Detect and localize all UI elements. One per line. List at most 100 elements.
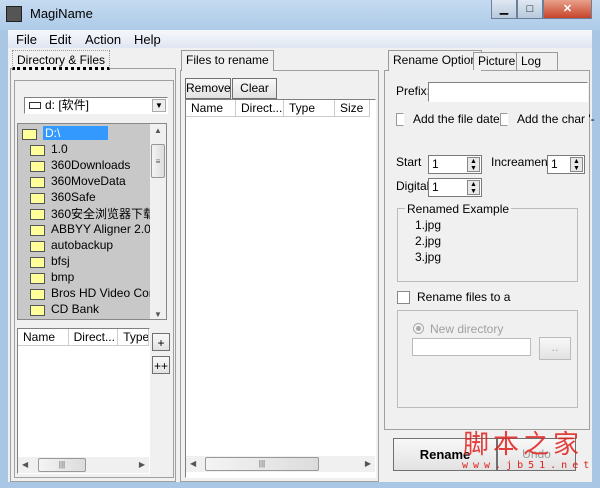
folder-item[interactable]: Bros HD Video Conve [30, 285, 166, 301]
scroll-left-icon[interactable]: ◀ [190, 459, 196, 468]
folder-item[interactable]: 360安全浏览器下载 [30, 205, 155, 221]
folder-label: D:\ [43, 126, 109, 140]
tab-log[interactable]: Log [516, 52, 558, 70]
add-date-checkbox[interactable] [396, 113, 404, 126]
menu-action[interactable]: Action [85, 32, 121, 47]
dir-file-list[interactable]: Name Direct... Type ◀ ||| ▶ [17, 328, 150, 474]
folder-tree[interactable]: D:\ 1.0 360Downloads 360MoveData 360Safe 360安… [17, 123, 167, 320]
scroll-thumb[interactable]: ≡ [151, 144, 165, 178]
tab-picture[interactable]: Picture [473, 52, 521, 70]
folder-label: CD Bank [51, 302, 100, 316]
drive-select[interactable]: d: [软件] ▼ [24, 97, 168, 114]
folder-label: 360Downloads [51, 158, 131, 172]
example-item: 3.jpg [415, 250, 442, 264]
col-type[interactable]: Type [284, 100, 335, 117]
tab-rename-option[interactable]: Rename Option [388, 50, 483, 71]
folder-icon [30, 256, 45, 268]
maximize-button[interactable]: □ [517, 0, 543, 19]
tree-scrollbar[interactable]: ▲ ≡ ▼ [150, 124, 166, 319]
scroll-right-icon[interactable]: ▶ [365, 459, 371, 468]
folder-icon [30, 224, 45, 236]
col-directory[interactable]: Direct... [68, 329, 119, 346]
folder-item[interactable]: bmp [30, 269, 74, 285]
folder-icon [30, 272, 45, 284]
folder-icon [30, 208, 45, 220]
menu-file[interactable]: File [16, 32, 37, 47]
browse-button[interactable]: .. [539, 337, 571, 360]
folder-item[interactable]: Cok Auto Recorder [30, 317, 152, 319]
example-item: 2.jpg [415, 234, 442, 248]
drive-root-item[interactable]: D:\ [22, 125, 109, 141]
example-item: 1.jpg [415, 218, 442, 232]
folder-item[interactable]: bfsj [30, 253, 70, 269]
tab-files-to-rename[interactable]: Files to rename [181, 50, 274, 71]
col-name[interactable]: Name [18, 329, 69, 346]
add-all-button[interactable]: ++ [152, 356, 170, 374]
menu-help[interactable]: Help [134, 32, 161, 47]
app-icon [6, 6, 22, 22]
scroll-left-icon[interactable]: ◀ [22, 460, 28, 469]
scroll-up-icon[interactable]: ▲ [150, 126, 166, 135]
tab-directory-files[interactable]: Directory & Files [12, 50, 111, 70]
h-scrollbar[interactable]: ◀ ||| ▶ [18, 457, 149, 473]
folder-icon [30, 144, 45, 156]
add-button[interactable]: + [152, 333, 170, 351]
prefix-input[interactable] [428, 82, 588, 102]
folder-icon [30, 288, 45, 300]
folder-label: bmp [51, 270, 75, 284]
digital-label: Digital [396, 179, 430, 193]
folder-label: autobackup [51, 238, 114, 252]
folder-item[interactable]: 360Safe [30, 189, 96, 205]
menu-edit[interactable]: Edit [49, 32, 71, 47]
folder-label: ABBYY Aligner 2.0 [51, 222, 151, 236]
col-name[interactable]: Name [186, 100, 236, 117]
folder-item[interactable]: ABBYY Aligner 2.0 [30, 221, 151, 237]
folder-label: 1.0 [51, 142, 68, 156]
folder-label: 360MoveData [51, 174, 126, 188]
drive-label: d: [软件] [45, 98, 90, 112]
col-type[interactable]: Type [118, 329, 149, 346]
new-directory-radio[interactable] [413, 323, 424, 334]
scroll-right-icon[interactable]: ▶ [139, 460, 145, 469]
scroll-thumb[interactable]: ||| [38, 458, 86, 472]
rename-to-dir-checkbox[interactable] [397, 291, 410, 304]
start-value: 1 [432, 157, 439, 171]
digital-spinner[interactable]: 1 ▲ ▼ [428, 178, 482, 197]
increment-value: 1 [551, 157, 558, 171]
folder-icon [30, 304, 45, 316]
renamed-example-label: Renamed Example [405, 202, 512, 216]
add-char-label: Add the char '- [517, 112, 595, 126]
h-scrollbar[interactable]: ◀ ||| ▶ [186, 456, 375, 472]
folder-item[interactable]: 360MoveData [30, 173, 126, 189]
col-directory[interactable]: Direct... [236, 100, 284, 117]
spin-arrows-icon[interactable]: ▲ ▼ [467, 180, 480, 195]
folder-icon [30, 160, 45, 172]
scroll-down-icon[interactable]: ▼ [150, 310, 166, 319]
new-directory-input[interactable] [412, 338, 531, 356]
prefix-label: Prefix: [396, 84, 431, 98]
open-folder-icon [22, 128, 37, 140]
minimize-button[interactable]: ▁ [491, 0, 517, 19]
remove-button[interactable]: Remove [185, 78, 231, 99]
add-char-checkbox[interactable] [500, 113, 508, 126]
folder-item[interactable]: 1.0 [30, 141, 68, 157]
folder-label: bfsj [51, 254, 70, 268]
folder-item[interactable]: 360Downloads [30, 157, 130, 173]
col-size[interactable]: Size [335, 100, 370, 117]
chevron-down-icon[interactable]: ▼ [152, 99, 166, 112]
increment-spinner[interactable]: 1 ▲ ▼ [547, 155, 585, 174]
folder-icon [30, 240, 45, 252]
start-spinner[interactable]: 1 ▲ ▼ [428, 155, 482, 174]
clear-button[interactable]: Clear [232, 78, 277, 99]
rename-file-list[interactable]: Name Direct... Type Size ◀ ||| ▶ [185, 99, 376, 478]
spin-arrows-icon[interactable]: ▲ ▼ [570, 157, 583, 172]
window-title: MagiName [30, 6, 93, 21]
spin-arrows-icon[interactable]: ▲ ▼ [467, 157, 480, 172]
folder-item[interactable]: autobackup [30, 237, 113, 253]
close-button[interactable]: ✕ [543, 0, 592, 19]
increment-label: Increament [491, 155, 552, 169]
watermark-text: 脚本之家 [463, 429, 584, 459]
digital-value: 1 [432, 180, 439, 194]
folder-item[interactable]: CD Bank [30, 301, 99, 317]
scroll-thumb[interactable]: ||| [205, 457, 319, 471]
